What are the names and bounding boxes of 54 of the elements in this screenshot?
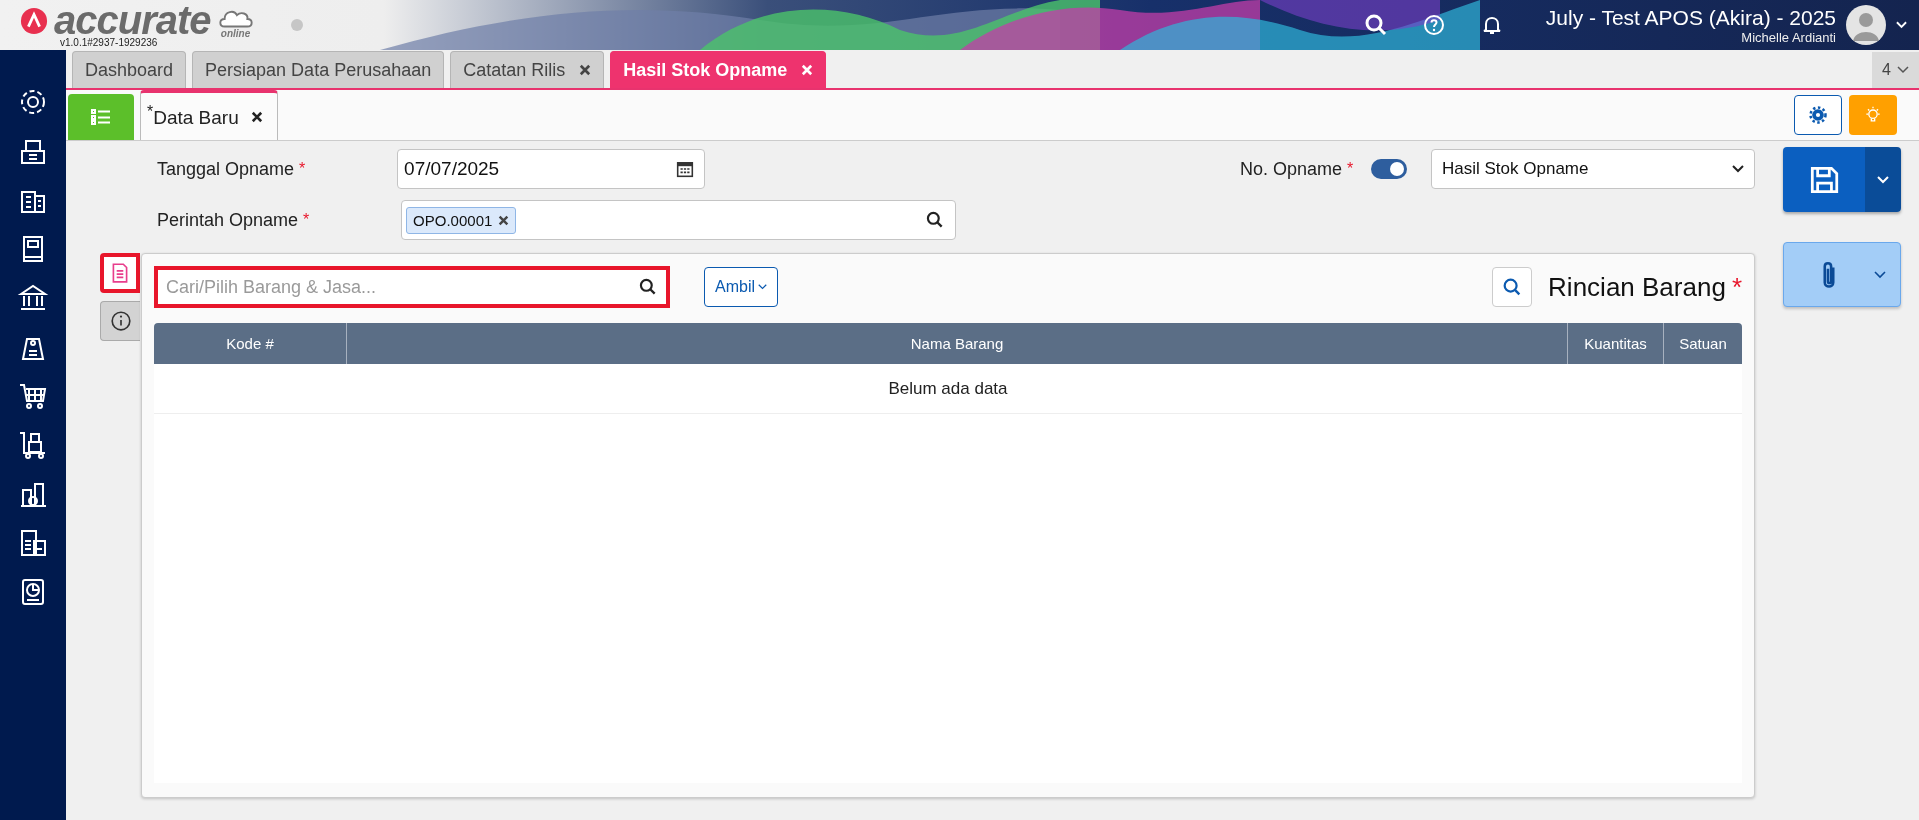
search-icon[interactable]	[638, 277, 658, 297]
close-icon[interactable]	[250, 110, 263, 123]
settings-button[interactable]	[1794, 95, 1842, 135]
document-tab[interactable]: $^{*}$Data Baru	[140, 90, 278, 140]
save-button[interactable]	[1783, 147, 1865, 212]
logo-icon	[20, 6, 48, 35]
search-button[interactable]	[1492, 267, 1533, 307]
chevron-down-icon	[758, 284, 767, 290]
section-title: Rincian Barang	[1548, 271, 1726, 303]
document-tab[interactable]	[100, 253, 140, 293]
tab-count-dropdown[interactable]: 4	[1872, 52, 1919, 88]
required-mark: *	[1347, 160, 1355, 178]
item-search-field[interactable]: Cari/Pilih Barang & Jasa...	[154, 266, 670, 308]
info-icon	[109, 310, 132, 332]
calendar-icon[interactable]	[676, 160, 695, 178]
order-label: Perintah Opname	[157, 209, 299, 231]
company-name: July - Test APOS (Akira) - 2025	[1545, 5, 1836, 30]
list-icon	[91, 109, 111, 125]
required-mark: *	[1731, 271, 1742, 303]
remove-icon[interactable]	[498, 214, 510, 226]
chevron-down-icon	[1874, 270, 1886, 279]
date-field[interactable]: 07/07/2025	[397, 149, 706, 189]
search-icon[interactable]	[1363, 13, 1388, 37]
tab[interactable]: Catatan Rilis	[450, 51, 605, 88]
avatar[interactable]	[1846, 5, 1886, 45]
chevron-down-icon	[1877, 175, 1889, 184]
take-button[interactable]: Ambil	[704, 267, 778, 307]
attachment-button[interactable]	[1783, 242, 1901, 307]
number-label: No. Opname	[1239, 158, 1342, 180]
required-mark: *	[299, 160, 307, 178]
date-label: Tanggal Opname	[157, 158, 295, 180]
gear-icon	[1808, 105, 1828, 125]
column-header: Kode #	[154, 323, 347, 364]
empty-message: Belum ada data	[888, 378, 1008, 399]
help-icon[interactable]	[1421, 13, 1446, 37]
logo-subtitle: online	[220, 28, 251, 39]
version-text: v1.0.1#2937-1929236	[59, 36, 159, 48]
number-select[interactable]: Hasil Stok Opname	[1431, 149, 1755, 189]
order-chip[interactable]: OPO.00001	[406, 206, 517, 234]
toggle-switch[interactable]	[1371, 159, 1407, 179]
lightbulb-icon	[1863, 105, 1883, 125]
tab[interactable]: Dashboard	[72, 51, 187, 88]
chevron-down-icon	[1732, 165, 1744, 173]
required-mark: *	[303, 211, 311, 229]
column-header: Kuantitas	[1568, 323, 1664, 364]
user-name: Michelle Ardianti	[1741, 29, 1836, 45]
info-tab[interactable]	[100, 301, 140, 341]
tab[interactable]: Hasil Stok Opname	[610, 51, 827, 88]
order-field[interactable]: OPO.00001	[401, 200, 957, 240]
column-header: Satuan	[1678, 334, 1728, 354]
logo-name: accurate	[54, 2, 211, 37]
column-header: Nama Barang	[347, 323, 1568, 364]
tab[interactable]: Persiapan Data Perusahaan	[192, 51, 445, 88]
close-icon[interactable]	[579, 64, 592, 76]
